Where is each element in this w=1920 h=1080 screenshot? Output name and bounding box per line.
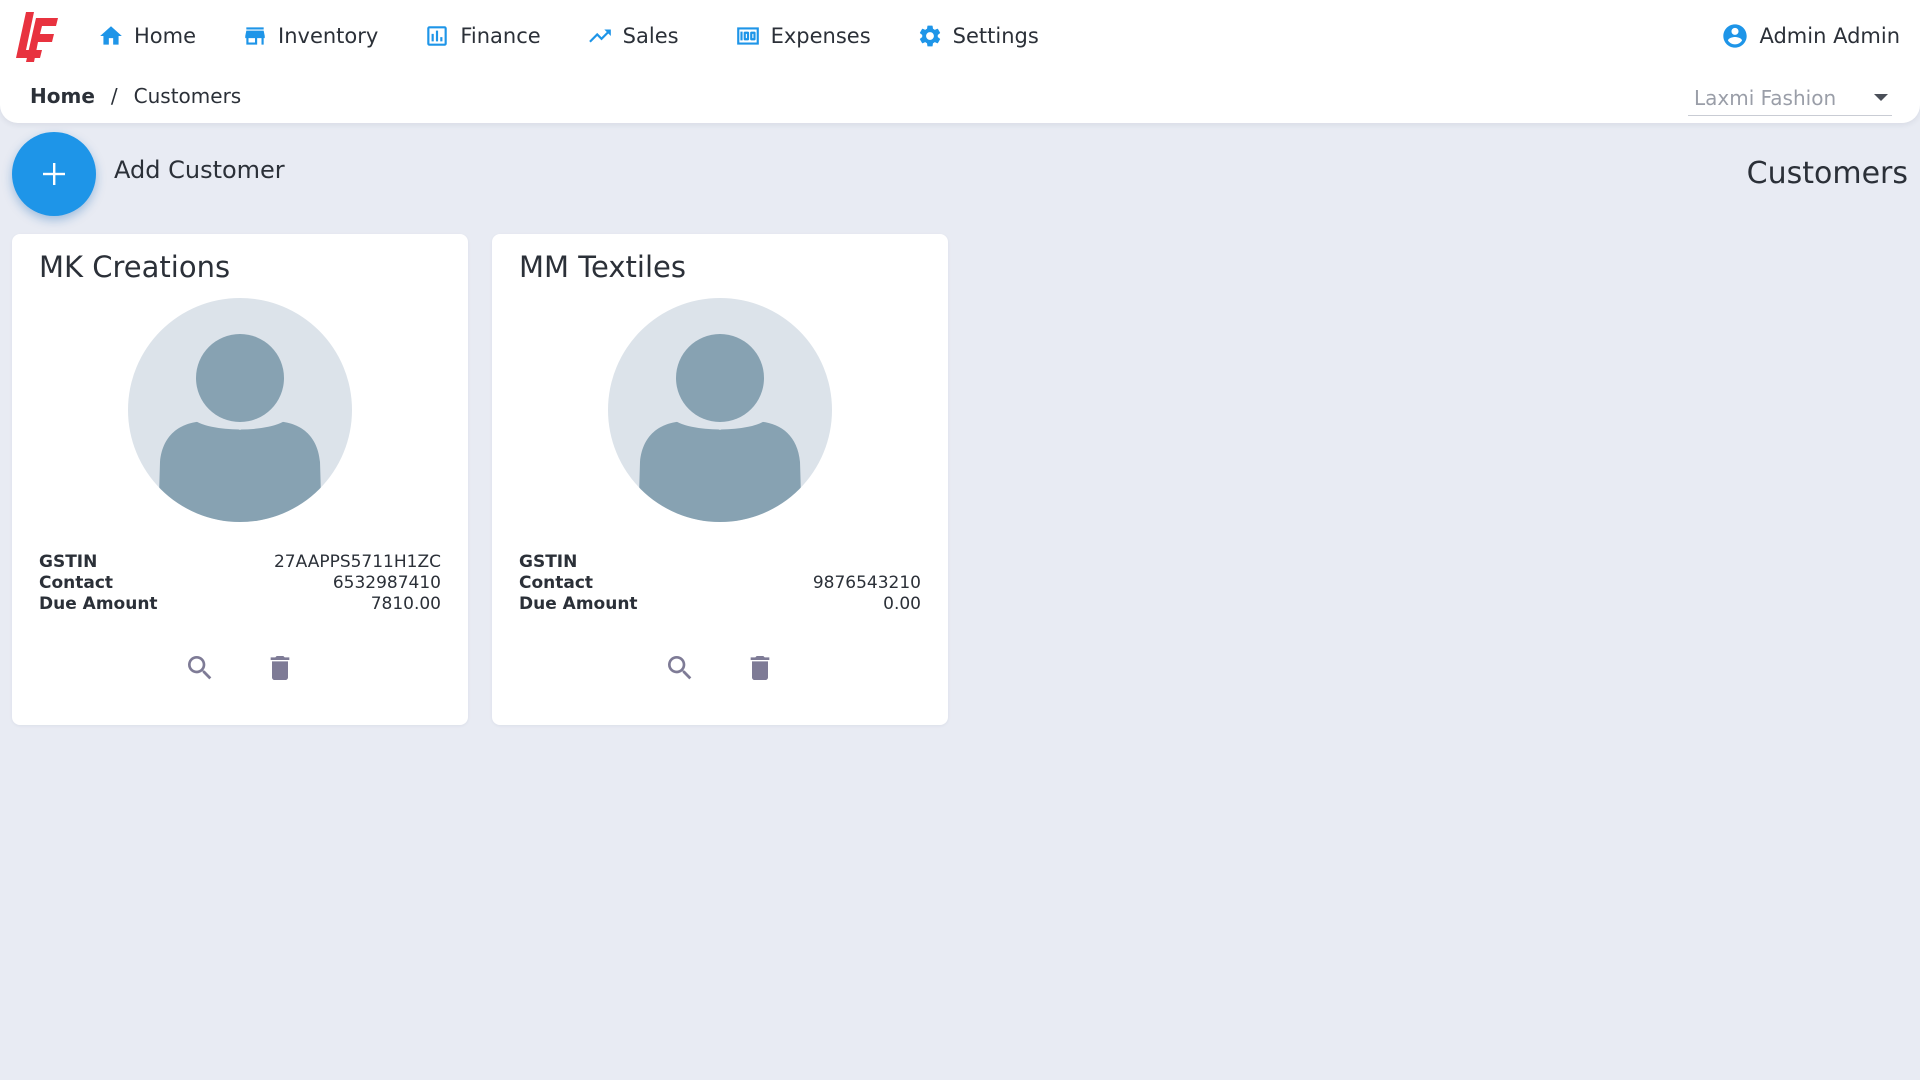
- nav-item-label: Home: [134, 24, 197, 48]
- trash-icon: [750, 656, 770, 680]
- avatar-icon: [128, 298, 352, 522]
- nav-item-finance[interactable]: Finance: [424, 16, 541, 56]
- add-customer-button[interactable]: [12, 132, 96, 216]
- due-amount-row: Due Amount 7810.00: [39, 594, 441, 615]
- money-icon: [735, 23, 761, 49]
- delete-customer-button[interactable]: [740, 648, 780, 688]
- contact-value: 6532987410: [332, 573, 441, 593]
- nav-item-label: Inventory: [278, 24, 379, 48]
- store-icon: [242, 23, 268, 49]
- nav-item-sales[interactable]: Sales: [587, 16, 679, 56]
- home-icon: [98, 23, 124, 49]
- contact-label: Contact: [39, 573, 114, 593]
- plus-icon: [43, 163, 65, 185]
- top-header: Home Inventory Finance Sales Expenses Se…: [0, 0, 1920, 123]
- contact-row: Contact 6532987410: [39, 573, 441, 594]
- add-customer-label[interactable]: Add Customer: [114, 156, 285, 184]
- nav-item-settings[interactable]: Settings: [917, 16, 1039, 56]
- due-amount-row: Due Amount 0.00: [519, 594, 921, 615]
- gstin-label: GSTIN: [39, 552, 98, 572]
- avatar-icon: [608, 298, 832, 522]
- bar-chart-icon: [424, 23, 450, 49]
- due-amount-value: 0.00: [883, 594, 921, 614]
- contact-row: Contact 9876543210: [519, 573, 921, 594]
- customer-info: GSTIN 27AAPPS5711H1ZC Contact 6532987410…: [39, 552, 441, 615]
- customer-card-list: MK Creations GSTIN 27AAPPS5711H1ZC Conta…: [12, 234, 972, 725]
- search-icon: [188, 656, 212, 680]
- customer-name: MM Textiles: [519, 250, 686, 284]
- gstin-value: 27AAPPS5711H1ZC: [273, 552, 441, 572]
- user-menu[interactable]: Admin Admin: [1721, 16, 1900, 56]
- card-actions: [492, 648, 948, 688]
- delete-customer-button[interactable]: [260, 648, 300, 688]
- customer-card: MK Creations GSTIN 27AAPPS5711H1ZC Conta…: [12, 234, 468, 725]
- contact-label: Contact: [519, 573, 594, 593]
- breadcrumb-current: Customers: [133, 84, 242, 108]
- view-customer-button[interactable]: [660, 648, 700, 688]
- card-actions: [12, 648, 468, 688]
- gstin-row: GSTIN 27AAPPS5711H1ZC: [39, 552, 441, 573]
- view-customer-button[interactable]: [180, 648, 220, 688]
- breadcrumb: Home / Customers: [30, 84, 241, 108]
- due-amount-label: Due Amount: [39, 594, 158, 614]
- nav-item-label: Settings: [952, 24, 1039, 48]
- nav-item-expenses[interactable]: Expenses: [735, 16, 871, 56]
- nav-item-home[interactable]: Home: [98, 16, 196, 56]
- breadcrumb-home[interactable]: Home: [30, 84, 95, 108]
- nav-item-label: Expenses: [770, 24, 871, 48]
- logo-icon[interactable]: [12, 10, 60, 64]
- nav-item-label: Sales: [622, 24, 679, 48]
- company-select[interactable]: Laxmi Fashion: [1688, 80, 1892, 116]
- gstin-label: GSTIN: [519, 552, 578, 572]
- breadcrumb-separator: /: [110, 84, 118, 108]
- nav-item-label: Finance: [460, 24, 541, 48]
- user-name: Admin Admin: [1759, 24, 1900, 48]
- customer-name: MK Creations: [39, 250, 231, 284]
- customer-card: MM Textiles GSTIN Contact 9876543210 Due…: [492, 234, 948, 725]
- trending-up-icon: [587, 23, 613, 49]
- due-amount-value: 7810.00: [370, 594, 441, 614]
- contact-value: 9876543210: [812, 573, 921, 593]
- gstin-row: GSTIN: [519, 552, 921, 573]
- page-title: Customers: [1746, 156, 1908, 191]
- customer-info: GSTIN Contact 9876543210 Due Amount 0.00: [519, 552, 921, 615]
- company-select-value: Laxmi Fashion: [1694, 85, 1837, 110]
- chevron-down-icon: [1874, 94, 1888, 101]
- gear-icon: [917, 23, 943, 49]
- nav-item-inventory[interactable]: Inventory: [242, 16, 378, 56]
- trash-icon: [270, 656, 290, 680]
- account-circle-icon: [1723, 24, 1748, 48]
- main-nav: Home Inventory Finance Sales Expenses Se…: [98, 16, 1085, 56]
- search-icon: [668, 656, 692, 680]
- due-amount-label: Due Amount: [519, 594, 638, 614]
